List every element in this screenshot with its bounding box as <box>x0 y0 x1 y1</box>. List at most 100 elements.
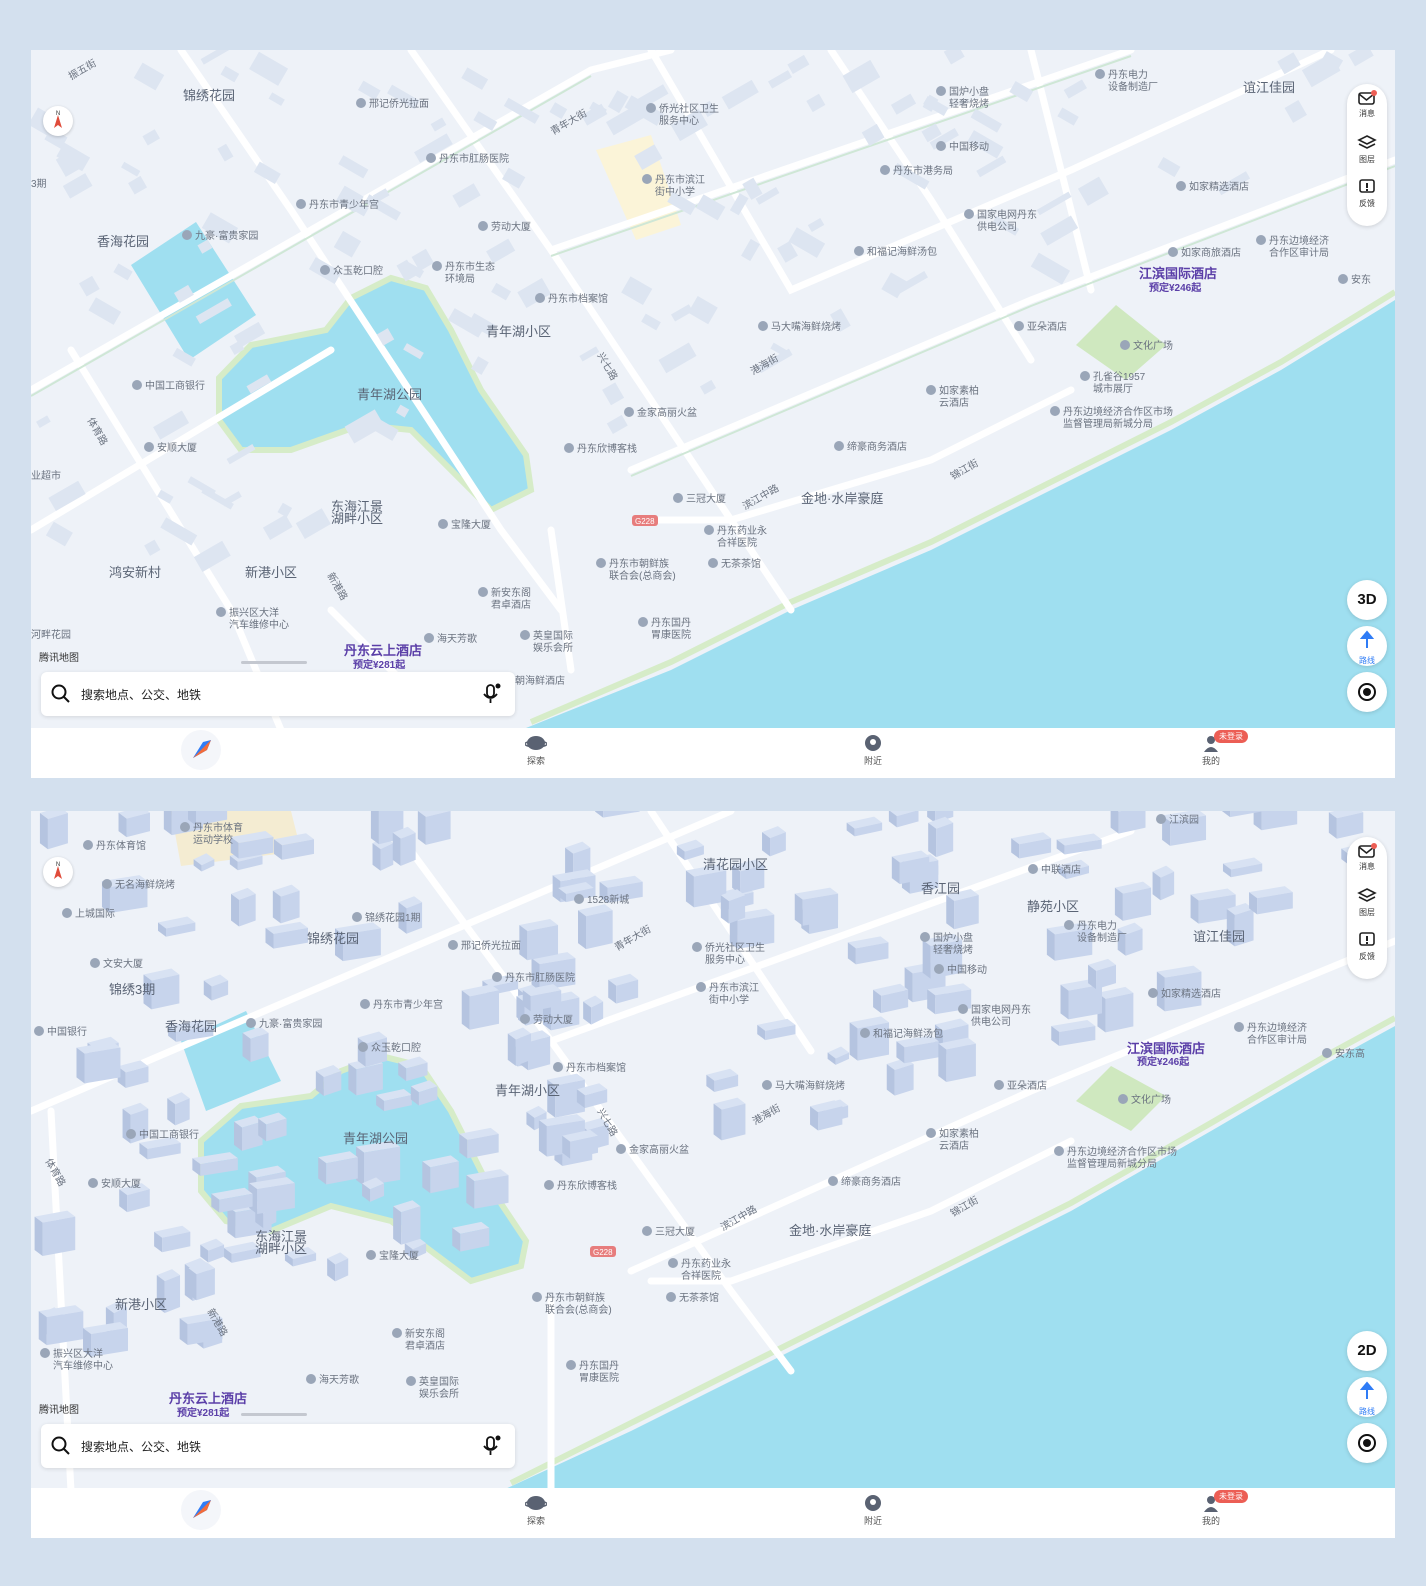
poi-marker[interactable] <box>553 1062 563 1072</box>
poi-marker[interactable] <box>83 840 93 850</box>
map-label-jiangbin-yuan[interactable]: 江滨园 <box>1169 813 1199 826</box>
poi-marker[interactable] <box>642 174 652 184</box>
map-canvas-3d[interactable]: 1528新城丹东市体育运动学校丹东体育馆无名海鲜烧烤上城国际文安大厦锦绣3期香海… <box>31 811 1395 1491</box>
poi-marker[interactable] <box>668 1258 678 1268</box>
poi-marker[interactable] <box>692 942 702 952</box>
map-label-xinbo[interactable]: 丹东欣博客栈 <box>577 442 637 455</box>
poi-marker[interactable] <box>132 380 142 390</box>
poi-marker[interactable] <box>392 1328 402 1338</box>
map-label-wucha[interactable]: 无茶茶馆 <box>721 557 761 570</box>
poi-marker[interactable] <box>936 141 946 151</box>
map-label-hepan[interactable]: 河畔花园 <box>31 628 71 641</box>
toggle-3d-button[interactable]: 3D <box>1347 580 1387 620</box>
map-label-xinanpeng[interactable]: 新安东阁君卓酒店 <box>491 586 531 611</box>
search-input[interactable]: 搜索地点、公交、地铁 <box>81 1438 201 1455</box>
map-label-qingnian-xq[interactable]: 青年湖小区 <box>495 1083 560 1098</box>
map-label-anshun[interactable]: 安顺大厦 <box>101 1177 141 1190</box>
map-label-tiyu[interactable]: 丹东体育馆 <box>96 839 146 852</box>
poi-marker[interactable] <box>62 908 72 918</box>
poi-marker[interactable] <box>144 442 154 452</box>
map-label-haitian[interactable]: 海天芳歌 <box>437 632 477 645</box>
map-label-china-mobile[interactable]: 中国移动 <box>949 140 989 153</box>
poi-marker[interactable] <box>920 932 930 942</box>
map-label-sanqi[interactable]: 3期 <box>31 178 47 190</box>
map-label-yinghuang[interactable]: 英皇国际娱乐会所 <box>533 629 573 654</box>
map-label-yunshang-price[interactable]: 预定¥281起 <box>177 1406 230 1419</box>
map-label-gangchang[interactable]: 丹东市肛肠医院 <box>439 152 509 165</box>
map-label-hefuji[interactable]: 和福记海鲜汤包 <box>873 1027 943 1040</box>
poi-marker[interactable] <box>478 587 488 597</box>
poi-marker[interactable] <box>34 1026 44 1036</box>
locate-button[interactable] <box>1347 1423 1387 1463</box>
map-label-jiangbin-price[interactable]: 预定¥246起 <box>1149 281 1202 294</box>
poi-marker[interactable] <box>520 1014 530 1024</box>
nav-explore[interactable]: 探索 <box>496 734 576 767</box>
map-label-sanguan[interactable]: 三冠大厦 <box>655 1225 695 1238</box>
map-label-jiuhao[interactable]: 九豪·富贵家园 <box>259 1017 322 1030</box>
map-label-jinjia[interactable]: 金家高丽火盆 <box>629 1143 689 1156</box>
compass-icon[interactable]: N <box>43 857 73 887</box>
map-label-xinbo[interactable]: 丹东欣博客栈 <box>557 1179 617 1192</box>
poi-marker[interactable] <box>642 1226 652 1236</box>
map-label-zhongfu[interactable]: 中联酒店 <box>1041 863 1081 876</box>
poi-marker[interactable] <box>566 1360 576 1370</box>
map-label-icbc[interactable]: 中国工商银行 <box>139 1128 199 1141</box>
poi-marker[interactable] <box>1054 1146 1064 1156</box>
map-label-tihao[interactable]: 缔豪商务酒店 <box>841 1175 901 1188</box>
poi-marker[interactable] <box>704 525 714 535</box>
poi-marker[interactable] <box>432 261 442 271</box>
map-label-frontier[interactable]: 丹东边境经济合作区审计局 <box>1269 234 1329 259</box>
map-label-jinxuan[interactable]: 如家精选酒店 <box>1161 987 1221 1000</box>
map-label-chaoxian[interactable]: 丹东市朝鲜族联合会(总商会) <box>609 557 676 582</box>
poi-marker[interactable] <box>1156 814 1166 824</box>
poi-marker[interactable] <box>624 407 634 417</box>
poi-marker[interactable] <box>834 441 844 451</box>
poi-marker[interactable] <box>1234 1022 1244 1032</box>
poi-marker[interactable] <box>426 153 436 163</box>
poi-marker[interactable] <box>936 86 946 96</box>
poi-marker[interactable] <box>1322 1048 1332 1058</box>
map-label-youth-palace[interactable]: 丹东市青少年宫 <box>373 998 443 1011</box>
map-label-archives[interactable]: 丹东市档案馆 <box>566 1061 626 1074</box>
sheet-handle[interactable] <box>241 661 307 664</box>
poi-marker[interactable] <box>673 493 683 503</box>
map-label-xiangjiang[interactable]: 香江园 <box>921 881 960 896</box>
search-bar[interactable]: 搜索地点、公交、地铁 <box>41 1424 515 1468</box>
map-label-jinxuan[interactable]: 如家精选酒店 <box>1189 180 1249 193</box>
feedback-button[interactable]: 反馈 <box>1347 178 1387 209</box>
map-label-qingnian-xq[interactable]: 青年湖小区 <box>486 324 551 339</box>
map-label-jiangbin[interactable]: 江滨国际酒店 <box>1139 266 1217 281</box>
poi-marker[interactable] <box>1064 920 1074 930</box>
map-label-xingang[interactable]: 新港小区 <box>245 565 297 580</box>
poi-marker[interactable] <box>216 607 226 617</box>
poi-marker[interactable] <box>88 1178 98 1188</box>
poi-marker[interactable] <box>1120 340 1130 350</box>
map-label-jinjia[interactable]: 金家高丽火盆 <box>637 406 697 419</box>
locate-button[interactable] <box>1347 672 1387 712</box>
poi-marker[interactable] <box>358 1042 368 1052</box>
map-label-china-mobile[interactable]: 中国移动 <box>947 963 987 976</box>
poi-marker[interactable] <box>564 443 574 453</box>
messages-button[interactable]: 消息 <box>1347 843 1387 872</box>
map-canvas-2d[interactable]: 振五街锦绣花园邢记侨光拉面 侨光社区卫生服务中心国炉小盘轻奢烧烤丹东电力设备制造厂… <box>31 50 1395 730</box>
mic-icon[interactable] <box>481 1435 501 1457</box>
map-label-sanguan[interactable]: 三冠大厦 <box>686 492 726 505</box>
poi-marker[interactable] <box>1256 235 1266 245</box>
poi-marker[interactable] <box>596 558 606 568</box>
poi-marker[interactable] <box>544 1180 554 1190</box>
map-label-an[interactable]: 安东高 <box>1335 1047 1365 1060</box>
poi-marker[interactable] <box>958 1004 968 1014</box>
poi-marker[interactable] <box>352 912 362 922</box>
map-label-weiye[interactable]: 国炉小盘轻奢烧烤 <box>949 85 989 110</box>
poi-marker[interactable] <box>520 630 530 640</box>
map-label-wuzhe[interactable]: 无名海鲜烧烤 <box>115 878 175 891</box>
map-label-jinxiu-garden[interactable]: 锦绣花园 <box>183 88 235 103</box>
map-label-rujia-biz[interactable]: 如家商旅酒店 <box>1181 246 1241 259</box>
mic-icon[interactable] <box>481 683 501 705</box>
map-label-yijiang[interactable]: 谊江佳园 <box>1243 80 1295 95</box>
route-button[interactable]: 路线 <box>1347 626 1387 666</box>
map-label-guodan[interactable]: 丹东国丹胃康医院 <box>579 1359 619 1384</box>
poi-marker[interactable] <box>180 822 190 832</box>
poi-marker[interactable] <box>926 385 936 395</box>
poi-marker[interactable] <box>880 165 890 175</box>
